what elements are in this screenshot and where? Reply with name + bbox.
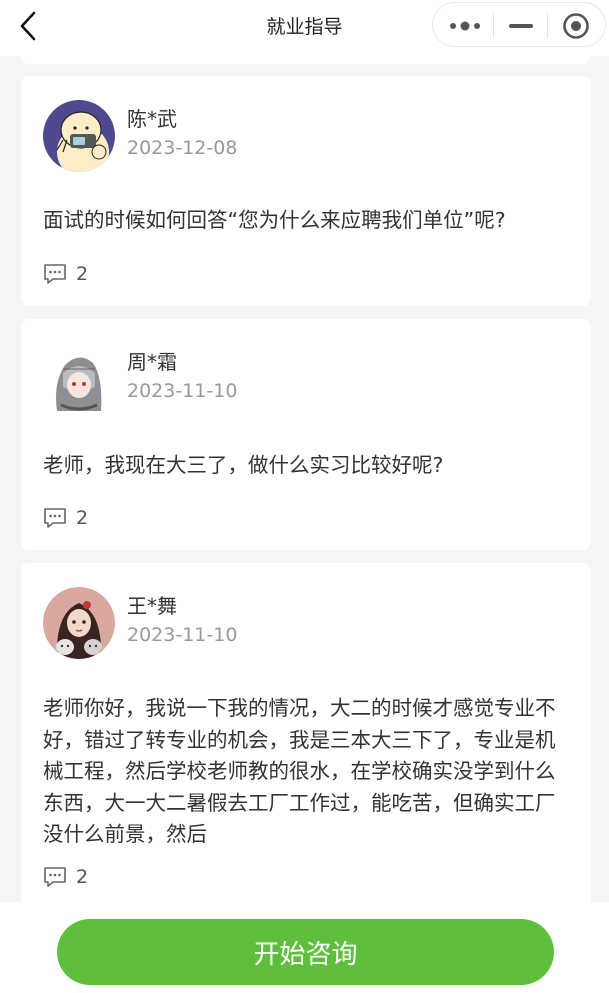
post-card[interactable]: 陈*武 2023-12-08 面试的时候如何回答“您为什么来应聘我们单位”呢? …: [21, 76, 591, 306]
post-date: 2023-11-10: [127, 380, 238, 402]
comment-count-value: 2: [76, 507, 89, 529]
comment-icon: [44, 264, 66, 284]
author-name: 王*舞: [127, 594, 177, 618]
more-dots-icon: [450, 21, 480, 30]
comment-count-value: 2: [76, 866, 89, 888]
start-consult-button[interactable]: 开始咨询: [57, 919, 554, 985]
cartoon-avatar: [43, 100, 115, 172]
minimize-button[interactable]: [494, 3, 547, 48]
comment-count[interactable]: 2: [43, 507, 88, 529]
post-content: 面试的时候如何回答“您为什么来应聘我们单位”呢?: [43, 208, 506, 232]
author-name: 陈*武: [127, 107, 177, 131]
nav-header: 就业指导: [0, 0, 609, 56]
more-button[interactable]: [437, 3, 493, 48]
post-content: 老师，我现在大三了，做什么实习比较好呢?: [43, 453, 444, 477]
post-card[interactable]: 周*霜 2023-11-10 老师，我现在大三了，做什么实习比较好呢? 2: [21, 319, 591, 550]
previous-card-edge: [21, 56, 591, 64]
avatar: [43, 100, 115, 172]
comment-count[interactable]: 2: [43, 263, 88, 285]
author-name: 周*霜: [127, 350, 177, 374]
post-card[interactable]: 王*舞 2023-11-10 老师你好，我说一下我的情况，大二的时候才感觉专业不…: [21, 563, 591, 902]
anime-avatar: [43, 343, 115, 415]
comment-count[interactable]: 2: [43, 866, 88, 888]
target-close-icon: [563, 12, 589, 39]
post-date: 2023-12-08: [127, 137, 238, 159]
avatar: [43, 587, 115, 659]
mini-program-capsule: [432, 2, 606, 47]
comment-icon: [44, 867, 66, 887]
minimize-icon: [508, 23, 533, 28]
comment-icon: [44, 508, 66, 528]
girl-with-cats-avatar: [43, 587, 115, 659]
comment-count-value: 2: [76, 263, 89, 285]
bottom-action-bar: 开始咨询: [0, 902, 609, 993]
avatar: [43, 343, 115, 415]
close-button[interactable]: [548, 3, 604, 48]
post-date: 2023-11-10: [127, 624, 238, 646]
post-content: 老师你好，我说一下我的情况，大二的时候才感觉专业不好，错过了转专业的机会，我是三…: [43, 696, 556, 846]
